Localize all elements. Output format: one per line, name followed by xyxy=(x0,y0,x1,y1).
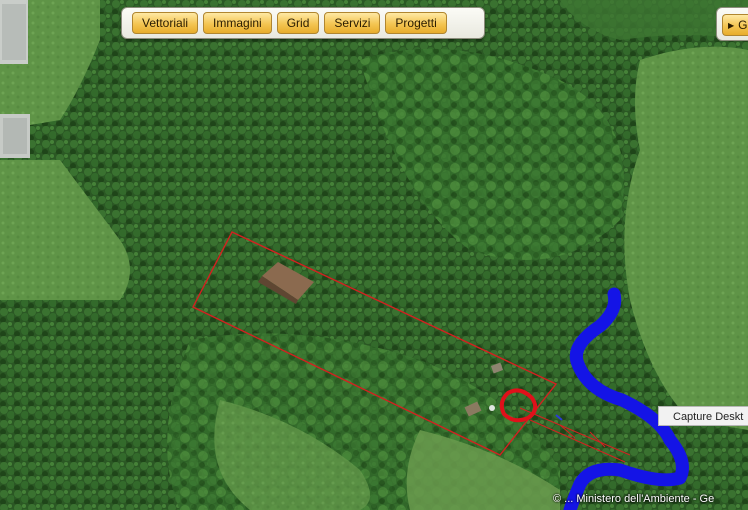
layer-toolbar: Vettoriali Immagini Grid Servizi Progett… xyxy=(121,7,485,39)
map-view[interactable]: Vettoriali Immagini Grid Servizi Progett… xyxy=(0,0,748,510)
right-panel-label: G xyxy=(738,18,748,32)
tab-servizi[interactable]: Servizi xyxy=(324,12,381,34)
capture-tooltip: Capture Deskt xyxy=(658,406,748,426)
tab-progetti[interactable]: Progetti xyxy=(385,12,447,34)
tab-vettoriali[interactable]: Vettoriali xyxy=(132,12,199,34)
right-panel-button[interactable]: ▶ G xyxy=(722,14,748,36)
tab-grid[interactable]: Grid xyxy=(276,12,320,34)
play-triangle-icon: ▶ xyxy=(728,21,735,30)
satellite-imagery xyxy=(0,0,748,510)
right-panel-toggle[interactable]: ▶ G xyxy=(716,7,748,41)
tab-immagini[interactable]: Immagini xyxy=(203,12,272,34)
copyright-notice: © ... Ministero dell'Ambiente - Ge xyxy=(553,493,715,505)
